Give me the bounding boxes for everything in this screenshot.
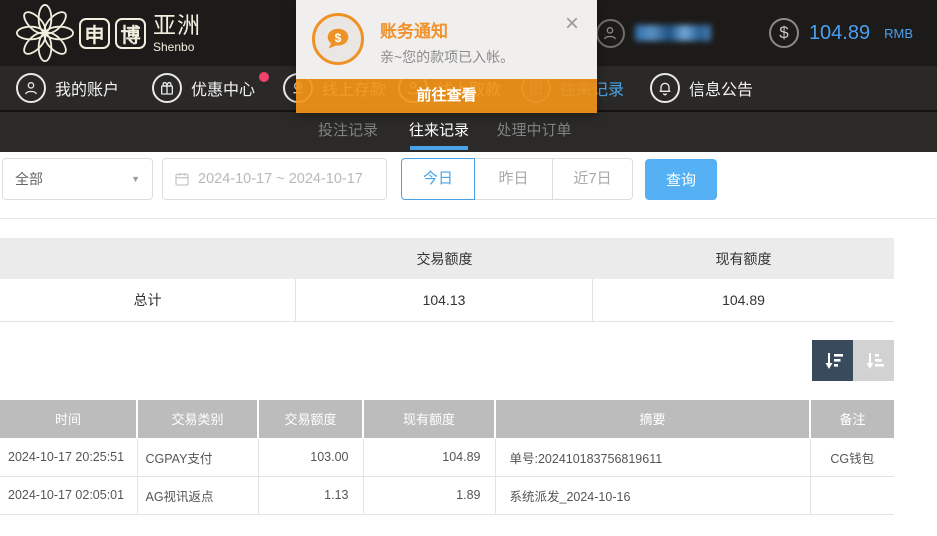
transaction-records-page: 申 博 亚洲 Shenbo $ 104.89 RMB	[0, 0, 937, 536]
search-button[interactable]: 查询	[645, 159, 717, 200]
person-icon	[16, 73, 46, 103]
money-message-icon: $	[312, 13, 364, 65]
bell-icon	[650, 73, 680, 103]
summary-header-transaction: 交易额度	[296, 238, 593, 279]
tab-betting-records[interactable]: 投注记录	[310, 112, 386, 152]
brand-text: 亚洲 Shenbo	[153, 14, 201, 53]
lotus-flower-icon	[16, 4, 74, 62]
col-header-time: 时间	[0, 400, 137, 438]
balance-amount[interactable]: 104.89	[809, 22, 870, 45]
cell-summary: 单号:202410183756819611	[495, 438, 810, 476]
col-header-summary: 摘要	[495, 400, 810, 438]
section-divider	[0, 218, 937, 219]
cell-balance: 104.89	[363, 438, 495, 476]
nav-label: 信息公告	[689, 76, 753, 100]
table-row: 2024-10-17 02:05:01 AG视讯返点 1.13 1.89 系统派…	[0, 476, 894, 514]
svg-text:$: $	[335, 31, 342, 45]
redacted-username	[635, 25, 711, 41]
summary-table: 交易额度 现有额度 总计 104.13 104.89	[0, 238, 894, 322]
cell-amount: 1.13	[258, 476, 363, 514]
cell-time: 2024-10-17 20:25:51	[0, 438, 137, 476]
col-header-balance: 现有额度	[363, 400, 495, 438]
quick-filter-last7days[interactable]: 近7日	[553, 158, 633, 200]
cell-balance: 1.89	[363, 476, 495, 514]
category-select[interactable]: 全部 ▼	[2, 158, 153, 200]
go-view-button[interactable]: 前往查看	[296, 79, 597, 113]
nav-label: 优惠中心	[191, 76, 255, 100]
record-tabs: 投注记录 往来记录 处理中订单	[0, 112, 937, 152]
brand-region: 亚洲	[153, 14, 201, 37]
summary-total-label: 总计	[0, 279, 296, 321]
cell-summary: 系统派发_2024-10-16	[495, 476, 810, 514]
dollar-circle-icon: $	[769, 18, 799, 48]
col-header-note: 备注	[810, 400, 894, 438]
balance-currency: RMB	[884, 26, 913, 41]
summary-header-row: 交易额度 现有额度	[0, 238, 894, 279]
close-icon[interactable]: ×	[565, 12, 579, 36]
brand-char-2: 博	[115, 18, 146, 49]
gift-icon	[152, 73, 182, 103]
nav-item-promotions[interactable]: 优惠中心	[152, 66, 255, 110]
tab-pending-orders[interactable]: 处理中订单	[492, 112, 576, 152]
col-header-amount: 交易额度	[258, 400, 363, 438]
nav-item-my-account[interactable]: 我的账户	[16, 66, 119, 110]
category-select-value: 全部	[15, 169, 43, 189]
summary-total-balance: 104.89	[593, 279, 894, 321]
calendar-icon	[174, 171, 190, 187]
popup-title: 账务通知	[380, 17, 448, 42]
col-header-type: 交易类别	[137, 400, 258, 438]
date-range-input[interactable]: 2024-10-17 ~ 2024-10-17	[162, 158, 387, 200]
cell-note	[810, 476, 894, 514]
sort-descending-button[interactable]	[812, 340, 853, 381]
quick-filter-today[interactable]: 今日	[401, 158, 475, 200]
sort-controls	[812, 340, 894, 381]
cell-time: 2024-10-17 02:05:01	[0, 476, 137, 514]
sort-descending-icon	[821, 349, 845, 373]
user-area: $ 104.89 RMB	[596, 0, 913, 66]
nav-label: 我的账户	[55, 76, 119, 100]
summary-header-balance: 现有额度	[593, 238, 894, 279]
notification-dot-badge	[259, 72, 269, 82]
summary-total-transaction: 104.13	[296, 279, 593, 321]
popup-body: $ 账务通知 亲~您的款项已入帐。 ×	[296, 0, 597, 79]
chevron-down-icon: ▼	[131, 174, 140, 184]
sort-ascending-button[interactable]	[853, 340, 894, 381]
brand-subtitle: Shenbo	[153, 41, 201, 53]
cell-type: AG视讯返点	[137, 476, 258, 514]
active-tab-underline	[410, 146, 468, 150]
transactions-table: 时间 交易类别 交易额度 现有额度 摘要 备注 2024-10-17 20:25…	[0, 400, 894, 515]
brand-logo[interactable]: 申 博 亚洲 Shenbo	[16, 4, 201, 62]
account-notification-popup: $ 账务通知 亲~您的款项已入帐。 × 前往查看	[296, 0, 597, 113]
nav-item-announcements[interactable]: 信息公告	[650, 66, 753, 110]
summary-header-empty	[0, 238, 296, 279]
user-avatar-icon[interactable]	[596, 19, 625, 48]
cell-note: CG钱包	[810, 438, 894, 476]
summary-total-row: 总计 104.13 104.89	[0, 279, 894, 322]
table-header-row: 时间 交易类别 交易额度 现有额度 摘要 备注	[0, 400, 894, 438]
sort-ascending-icon	[862, 349, 886, 373]
cell-amount: 103.00	[258, 438, 363, 476]
quick-filter-yesterday[interactable]: 昨日	[475, 158, 553, 200]
brand-char-1: 申	[79, 18, 110, 49]
table-row: 2024-10-17 20:25:51 CGPAY支付 103.00 104.8…	[0, 438, 894, 476]
popup-message: 亲~您的款项已入帐。	[380, 47, 514, 67]
cell-type: CGPAY支付	[137, 438, 258, 476]
date-range-value: 2024-10-17 ~ 2024-10-17	[198, 171, 363, 187]
